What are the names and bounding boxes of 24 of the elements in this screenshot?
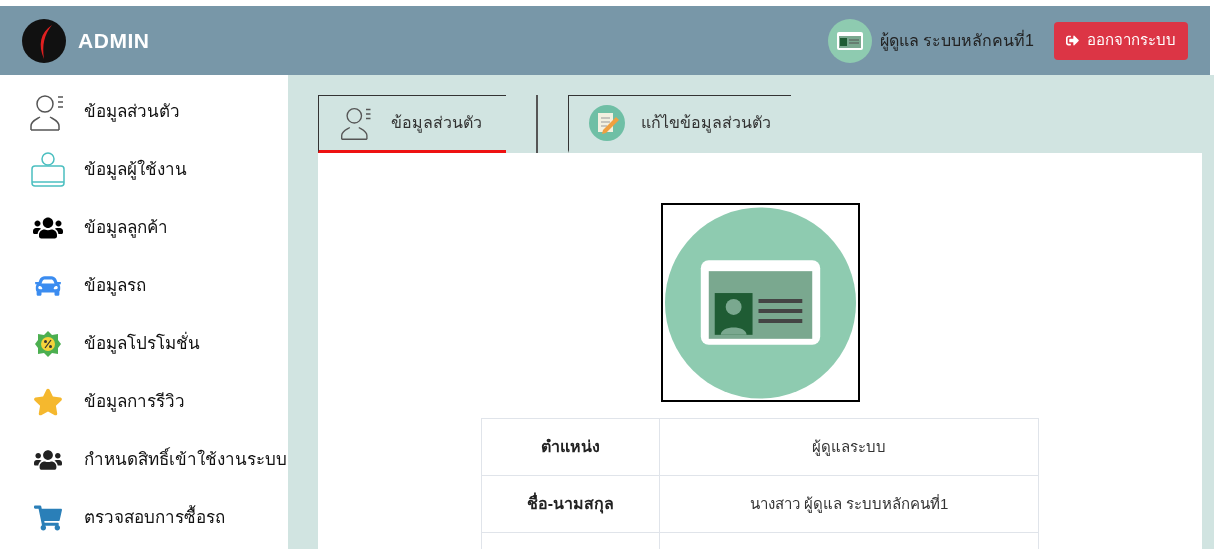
sidebar-item[interactable]: ข้อมูลการรีวิว: [0, 373, 288, 431]
sidebar-item[interactable]: ข้อมูลรถ: [0, 257, 288, 315]
field-label: ตำแหน่ง: [481, 418, 660, 476]
field-label: ชื่อ-นามสกุล: [481, 475, 660, 533]
logout-button[interactable]: ออกจากระบบ: [1054, 21, 1188, 60]
app-title: ADMIN: [78, 27, 150, 54]
sidebar-item[interactable]: ข้อมูลส่วนตัว: [0, 83, 288, 141]
sidebar-item[interactable]: ข้อมูลลูกค้า: [0, 199, 288, 257]
sidebar-item[interactable]: ข้อมูลผู้ใช้งาน: [0, 141, 288, 199]
sidebar-item[interactable]: ตรวจสอบการซื้อรถ: [0, 489, 288, 547]
car-icon: [35, 273, 61, 299]
edit-note-icon: [589, 105, 625, 141]
percent-badge-icon: [34, 330, 62, 358]
cart-icon: [34, 504, 62, 532]
star-icon: [33, 387, 63, 417]
logout-icon: [1066, 34, 1079, 47]
field-value: ผู้ดูแลระบบ: [659, 418, 1039, 476]
id-card-icon: [827, 18, 872, 63]
user-name: ผู้ดูแล ระบบหลักคนที่1: [879, 29, 1034, 53]
user-laptop-icon: [29, 151, 67, 189]
field-value: นางสาว ผู้ดูแล ระบบหลักคนที่1: [659, 475, 1039, 533]
logo-icon: [22, 18, 66, 63]
sidebar-item[interactable]: ข้อมูลโปรโมชั่น: [0, 315, 288, 373]
sidebar-item[interactable]: กำหนดสิทธิ์เข้าใช้งานระบบ: [0, 431, 288, 489]
